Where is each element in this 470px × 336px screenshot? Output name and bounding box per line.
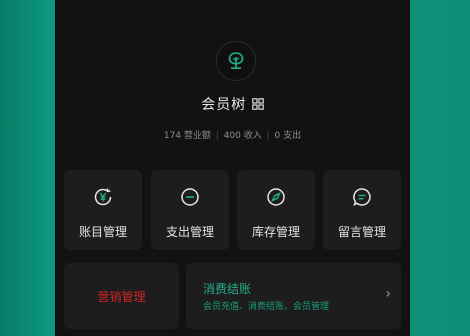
- stat-revenue: 174 营业额: [163, 131, 211, 141]
- tile-expenses[interactable]: 支出管理: [151, 170, 229, 250]
- tile-label: 库存管理: [251, 225, 300, 239]
- stat-divider: |: [266, 131, 270, 141]
- app-logo: [216, 41, 256, 81]
- background-left: [0, 0, 55, 336]
- tile-inventory[interactable]: 库存管理: [237, 170, 315, 250]
- minus-circle-icon: [179, 186, 201, 208]
- app-screen: 会员树 174 营业额 | 400 收入 | 0 支出 账目管理 支出管理 库存…: [55, 0, 410, 336]
- tile-label: 支出管理: [165, 225, 214, 239]
- stat-income: 400 收入: [223, 131, 262, 141]
- marketing-card[interactable]: 营销管理: [64, 263, 179, 329]
- compass-icon: [265, 186, 287, 208]
- tile-accounts[interactable]: 账目管理: [64, 170, 142, 250]
- app-title: 会员树: [56, 94, 409, 114]
- checkout-title: 消费结账: [203, 282, 252, 296]
- stats-summary: 174 营业额 | 400 收入 | 0 支出: [56, 128, 409, 141]
- yen-refresh-icon: [92, 186, 114, 208]
- tree-icon: [228, 52, 244, 70]
- chevron-right-icon: ›: [385, 286, 391, 302]
- tile-label: 留言管理: [337, 225, 386, 239]
- checkout-card[interactable]: 消费结账 会员充值、消费结账、会员管理 ›: [186, 263, 401, 329]
- stat-divider: |: [215, 131, 219, 141]
- tile-messages[interactable]: 留言管理: [323, 170, 401, 250]
- stat-expense: 0 支出: [274, 131, 302, 141]
- tile-label: 账目管理: [78, 225, 127, 239]
- marketing-label: 营销管理: [97, 289, 146, 304]
- grid-icon[interactable]: [251, 98, 264, 110]
- background-right: [408, 0, 470, 336]
- chat-bubble-icon: [351, 186, 373, 208]
- checkout-subtitle: 会员充值、消费结账、会员管理: [203, 302, 330, 312]
- app-name: 会员树: [201, 97, 247, 113]
